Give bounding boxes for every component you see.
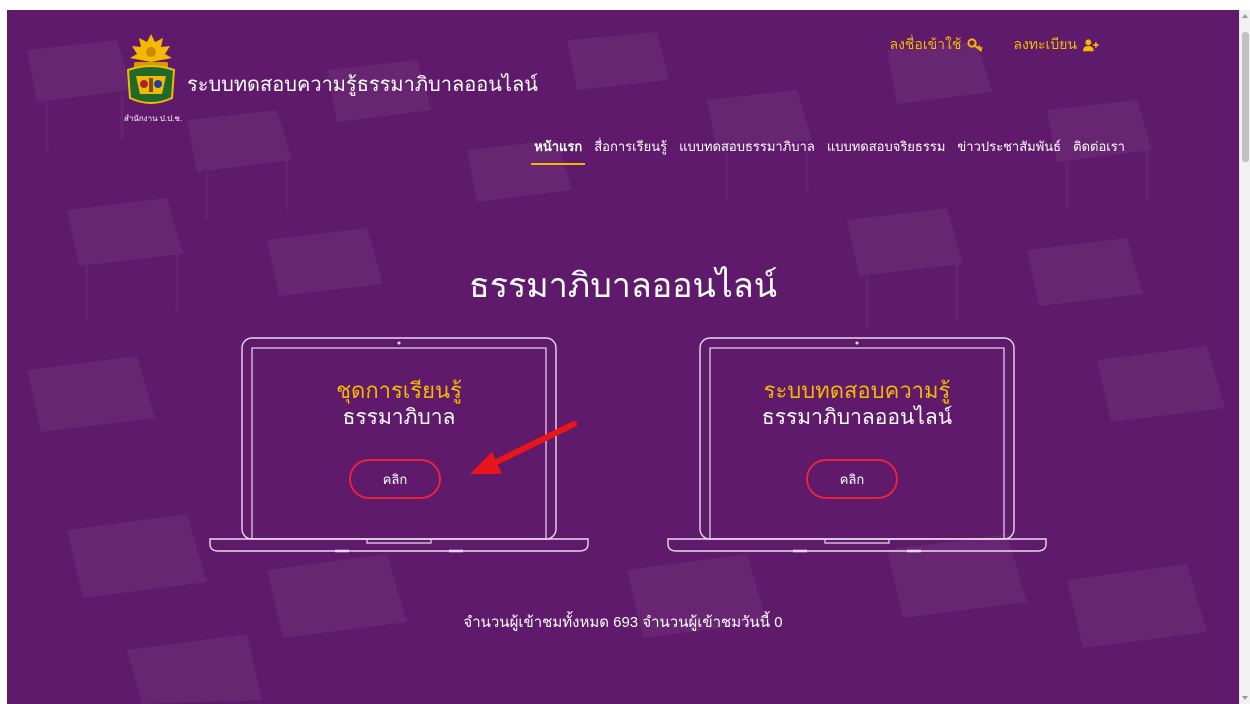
knowledge-test-card: ระบบทดสอบความรู้ ธรรมาภิบาลออนไลน์ คลิก (667, 337, 1047, 557)
learning-kit-click-button[interactable]: คลิก (349, 459, 441, 499)
logo-caption: สำนักงาน ป.ป.ช. (123, 114, 183, 123)
emblem-icon (126, 34, 176, 104)
main-nav: หน้าแรก สื่อการเรียนรู้ แบบทดสอบธรรมาภิบ… (531, 136, 1125, 165)
user-plus-icon (1083, 39, 1099, 52)
login-label: ลงชื่อเข้าใช้ (889, 36, 962, 52)
vertical-scrollbar[interactable] (1239, 10, 1250, 704)
site-title[interactable]: ระบบทดสอบความรู้ธรรมาภิบาลออนไลน์ (187, 68, 538, 100)
card-subheading: ธรรมาภิบาลออนไลน์ (761, 406, 953, 429)
key-icon (967, 38, 983, 52)
nav-item-news[interactable]: ข่าวประชาสัมพันธ์ (957, 136, 1061, 165)
account-links: ลงชื่อเข้าใช้ ลงทะเบียน (890, 34, 1100, 56)
register-label: ลงทะเบียน (1013, 36, 1077, 52)
scroll-down-icon[interactable] (1242, 696, 1248, 700)
scroll-thumb[interactable] (1242, 32, 1249, 162)
register-link[interactable]: ลงทะเบียน (1013, 34, 1099, 56)
nav-item-home[interactable]: หน้าแรก (531, 136, 586, 165)
laptop-icon (667, 337, 1047, 553)
knowledge-test-click-button[interactable]: คลิก (806, 459, 898, 499)
nav-item-contact[interactable]: ติดต่อเรา (1073, 136, 1125, 165)
visitor-counter: จำนวนผู้เข้าชมทั้งหมด 693 จำนวนผู้เข้าชม… (463, 614, 783, 631)
login-link[interactable]: ลงชื่อเข้าใช้ (890, 34, 984, 56)
nav-item-learning-media[interactable]: สื่อการเรียนรู้ (594, 136, 667, 165)
red-arrow-icon (470, 421, 577, 474)
nav-item-ethics-test[interactable]: แบบทดสอบจริยธรรม (827, 136, 946, 165)
hero-title: ธรรมาภิบาลออนไลน์ (469, 267, 777, 305)
nav-item-governance-test[interactable]: แบบทดสอบธรรมาภิบาล (679, 136, 815, 165)
scroll-up-icon[interactable] (1242, 14, 1248, 18)
page-background: สำนักงาน ป.ป.ช. ระบบทดสอบความรู้ธรรมาภิบ… (7, 10, 1239, 704)
nacc-logo[interactable]: สำนักงาน ป.ป.ช. (114, 32, 192, 124)
